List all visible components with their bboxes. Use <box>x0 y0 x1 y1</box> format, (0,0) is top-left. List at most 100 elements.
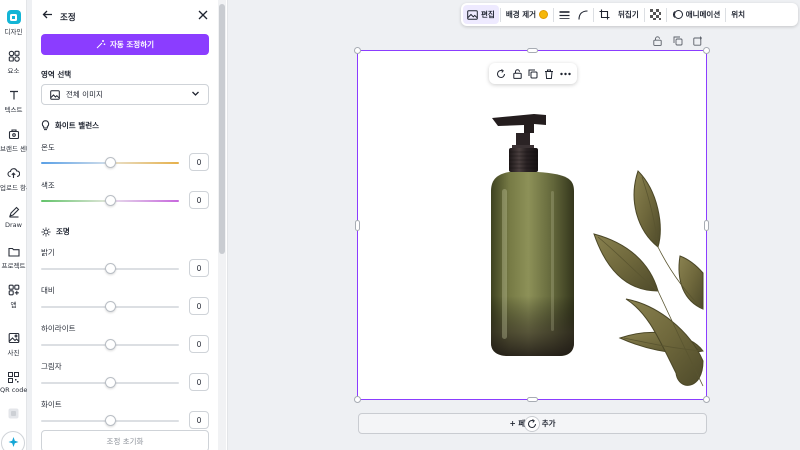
rail-label: 브랜드 센터 <box>0 145 27 153</box>
flip-button[interactable]: 뒤집기 <box>614 5 643 24</box>
rail-label: 요소 <box>7 67 20 75</box>
design-canvas[interactable] <box>354 47 710 403</box>
shadows-label: 그림자 <box>41 362 62 371</box>
rail-label: 프로젝트 <box>1 262 26 270</box>
rail-item-photos[interactable]: 사진 <box>0 331 27 357</box>
panel-header: 조정 <box>32 8 220 28</box>
rail-label: Draw <box>5 221 22 229</box>
rail-label: 사진 <box>7 349 20 357</box>
more-options-icon[interactable] <box>559 68 571 80</box>
shadows-value-field[interactable]: 0 <box>189 373 209 391</box>
left-rail: 디자인 요소 텍스트 브랜드 센터 업로드 항목 Draw 프로젝트 <box>0 0 27 450</box>
whites-value-field[interactable]: 0 <box>189 411 209 429</box>
panel-scrollbar-thumb[interactable] <box>219 4 225 254</box>
whites-slider-thumb[interactable] <box>104 415 116 426</box>
uploads-icon <box>7 166 21 180</box>
magic-assistant-button[interactable] <box>1 431 25 450</box>
brightness-slider[interactable] <box>41 263 179 274</box>
text-icon <box>7 88 21 102</box>
placeholder-app-icon <box>7 406 21 420</box>
shadows-slider[interactable] <box>41 377 179 388</box>
edit-button[interactable]: 편집 <box>463 5 499 24</box>
trash-icon[interactable] <box>543 68 555 80</box>
temperature-value-field[interactable]: 0 <box>189 153 209 171</box>
duplicate-icon[interactable] <box>527 68 539 80</box>
reset-adjustments-button[interactable]: 조정 초기화 <box>41 430 209 450</box>
rail-label: QR code <box>0 386 27 394</box>
brand-center-icon <box>7 127 21 141</box>
panel-scrollbar[interactable] <box>218 0 226 450</box>
animate-label: 애니메이션 <box>685 10 721 19</box>
rail-item-draw[interactable]: Draw <box>0 205 27 229</box>
transparency-checker-icon <box>649 9 661 20</box>
white-balance-heading: 화이트 밸런스 <box>41 120 99 131</box>
area-select-value: 전체 이미지 <box>66 90 103 99</box>
transparency-button[interactable] <box>646 5 665 24</box>
resize-handle-top-right[interactable] <box>703 47 710 54</box>
contrast-slider[interactable] <box>41 301 179 312</box>
tint-slider-thumb[interactable] <box>104 195 116 206</box>
rail-item-qr-code[interactable]: QR code <box>0 370 27 394</box>
contrast-value-field[interactable]: 0 <box>189 297 209 315</box>
lock-icon[interactable] <box>511 68 523 80</box>
lock-page-icon[interactable] <box>652 35 663 46</box>
toolbar-divider <box>499 7 501 22</box>
tint-value-field[interactable]: 0 <box>189 191 209 209</box>
pro-crown-badge-icon <box>539 10 549 19</box>
brightness-value-field[interactable]: 0 <box>189 259 209 277</box>
resize-handle-top-left[interactable] <box>354 47 361 54</box>
duplicate-page-icon[interactable] <box>672 35 683 46</box>
photos-icon <box>7 331 21 345</box>
resize-handle-bottom[interactable] <box>527 397 538 402</box>
auto-adjust-button[interactable]: 자동 조정하기 <box>41 34 209 55</box>
rail-item-more[interactable] <box>0 406 27 420</box>
back-arrow-icon[interactable] <box>42 9 54 25</box>
contrast-slider-thumb[interactable] <box>104 301 116 312</box>
close-icon[interactable] <box>198 8 208 26</box>
light-heading: 조명 <box>41 226 70 237</box>
whites-slider[interactable] <box>41 415 179 426</box>
rail-item-apps[interactable]: 앱 <box>0 283 27 309</box>
shadows-slider-thumb[interactable] <box>104 377 116 388</box>
rail-item-elements[interactable]: 요소 <box>0 49 27 75</box>
brightness-label: 밝기 <box>41 248 55 257</box>
resize-handle-right[interactable] <box>704 220 709 231</box>
rail-label: 텍스트 <box>4 106 23 114</box>
page-actions <box>652 35 703 46</box>
animate-button[interactable]: 애니메이션 <box>668 5 725 24</box>
resize-handle-top[interactable] <box>527 48 538 53</box>
image-toolbar: 편집 배경 제거 뒤집기 애니메이션 위치 <box>461 3 798 26</box>
background-remover-button[interactable]: 배경 제거 <box>502 5 552 24</box>
refresh-icon[interactable] <box>524 416 540 432</box>
area-select-dropdown[interactable]: 전체 이미지 <box>41 84 209 105</box>
add-page-icon[interactable] <box>692 35 703 46</box>
tint-slider[interactable] <box>41 195 179 206</box>
toolbar-divider <box>725 7 727 22</box>
border-style-button[interactable] <box>555 5 574 24</box>
corner-rounding-button[interactable] <box>574 5 592 24</box>
highlights-slider[interactable] <box>41 339 179 350</box>
area-select-label: 영역 선택 <box>41 70 72 79</box>
rail-item-brand[interactable]: 브랜드 센터 <box>0 127 27 153</box>
rotate-icon[interactable] <box>495 68 507 80</box>
product-photo[interactable] <box>358 51 705 398</box>
resize-handle-bottom-right[interactable] <box>703 396 710 403</box>
rail-item-projects[interactable]: 프로젝트 <box>0 244 27 270</box>
resize-handle-left[interactable] <box>355 220 360 231</box>
resize-handle-bottom-left[interactable] <box>354 396 361 403</box>
whites-label: 화이트 <box>41 400 62 409</box>
position-button[interactable]: 위치 <box>727 5 749 24</box>
temperature-slider-thumb[interactable] <box>104 157 116 168</box>
rail-item-uploads[interactable]: 업로드 항목 <box>0 166 27 192</box>
auto-adjust-label: 자동 조정하기 <box>109 40 154 49</box>
panel-title: 조정 <box>60 13 76 23</box>
qr-code-icon <box>7 370 21 384</box>
crop-button[interactable] <box>595 5 614 24</box>
draw-icon <box>7 205 21 219</box>
rail-item-text[interactable]: 텍스트 <box>0 88 27 114</box>
highlights-value-field[interactable]: 0 <box>189 335 209 353</box>
rail-item-design[interactable]: 디자인 <box>0 10 27 36</box>
highlights-slider-thumb[interactable] <box>104 339 116 350</box>
temperature-slider[interactable] <box>41 157 179 168</box>
brightness-slider-thumb[interactable] <box>104 263 116 274</box>
